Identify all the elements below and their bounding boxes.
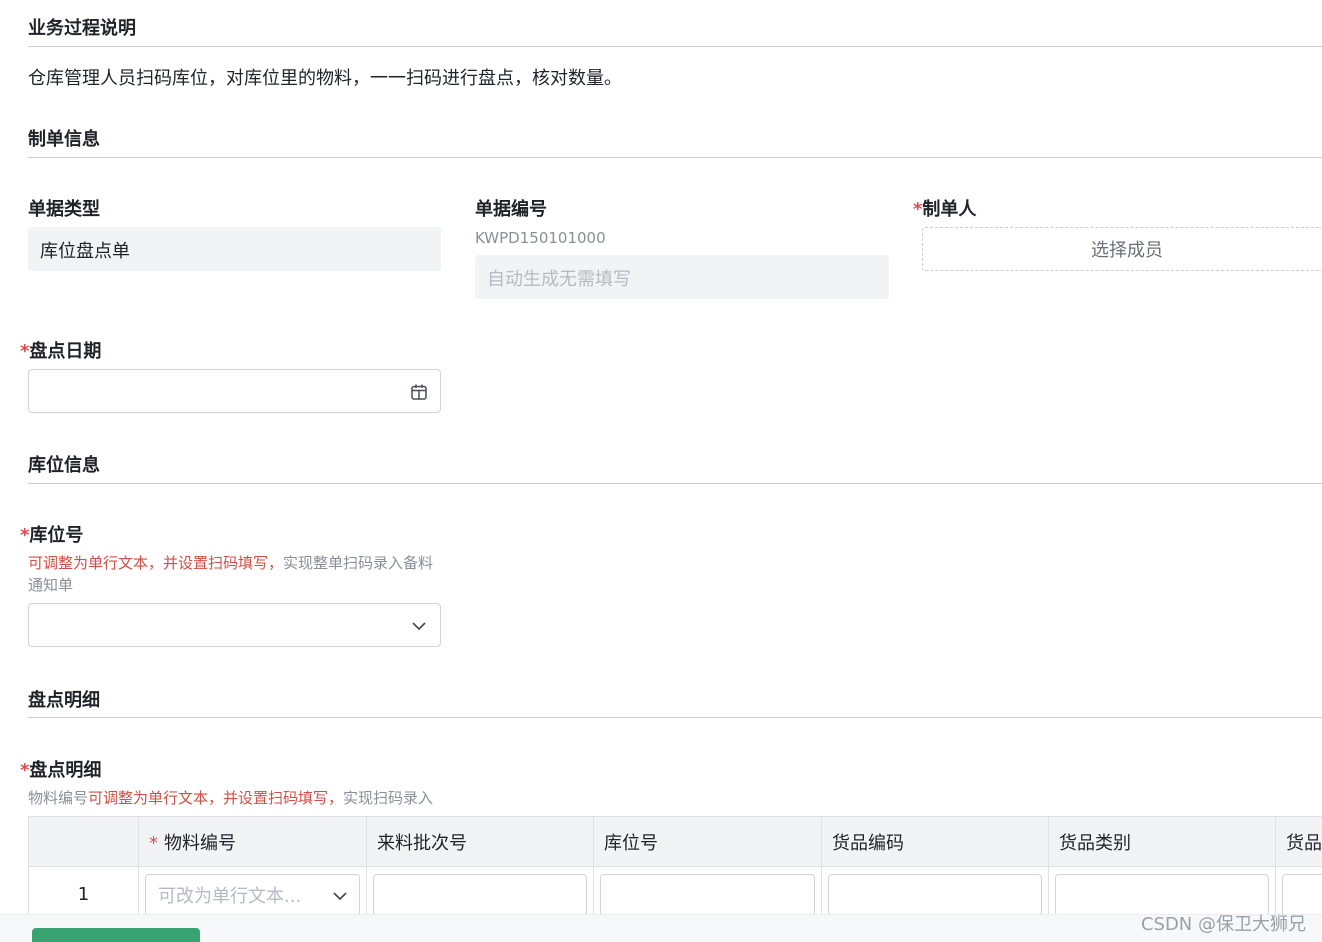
doc-type-value: 库位盘点单: [40, 241, 130, 262]
column-header-material-code: * 物料编号: [138, 816, 367, 867]
hint-prefix-text: 物料编号: [28, 789, 89, 807]
column-header-location-no: 库位号: [593, 816, 822, 867]
chevron-down-icon: [333, 891, 347, 900]
location-no-input[interactable]: [600, 873, 815, 916]
detail-table: * 物料编号 来料批次号 库位号 货品编码 货品类别 货品 1 可改为单行文本..…: [28, 816, 1322, 923]
batch-no-input[interactable]: [373, 873, 587, 916]
column-header-goods-category: 货品类别: [1048, 816, 1276, 867]
detail-field-label: *盘点明细: [20, 756, 101, 782]
material-code-placeholder: 可改为单行文本...: [158, 885, 302, 907]
creator-label: *制单人: [913, 195, 976, 221]
stock-date-input[interactable]: [28, 369, 441, 413]
divider: [28, 717, 1322, 718]
calendar-icon[interactable]: [410, 383, 428, 401]
location-no-hint: 可调整为单行文本，并设置扫码填写，实现整单扫码录入备料通知单: [28, 552, 446, 596]
required-mark: *: [913, 199, 923, 220]
section-title-location-info: 库位信息: [28, 455, 100, 476]
column-header-index: [28, 816, 139, 867]
column-header-goods: 货品: [1275, 816, 1322, 867]
hint-red-text: 可调整为单行文本，并设置扫码填写，: [88, 789, 344, 807]
chevron-down-icon: [412, 622, 426, 631]
doc-number-code: KWPD150101000: [475, 229, 606, 247]
section-title-process: 业务过程说明: [28, 18, 136, 39]
stock-date-label-text: 盘点日期: [29, 341, 102, 362]
doc-number-field: 自动生成无需填写: [475, 255, 889, 299]
process-description: 仓库管理人员扫码库位，对库位里的物料，一一扫码进行盘点，核对数量。: [28, 68, 622, 89]
location-no-select[interactable]: [28, 603, 441, 647]
select-member-label: 选择成员: [1091, 240, 1163, 261]
select-member-button[interactable]: 选择成员: [922, 227, 1322, 271]
doc-number-placeholder: 自动生成无需填写: [487, 269, 631, 290]
column-header-batch-no: 来料批次号: [366, 816, 594, 867]
goods-code-input[interactable]: [828, 873, 1042, 916]
doc-type-field: 库位盘点单: [28, 227, 441, 271]
required-mark: *: [20, 760, 30, 781]
table-header-row: * 物料编号 来料批次号 库位号 货品编码 货品类别 货品: [28, 816, 1322, 867]
location-no-label-text: 库位号: [29, 525, 84, 546]
creator-label-text: 制单人: [922, 199, 977, 220]
detail-field-label-text: 盘点明细: [29, 760, 102, 781]
detail-field-hint: 物料编号可调整为单行文本，并设置扫码填写，实现扫码录入: [28, 787, 433, 809]
required-mark: *: [20, 341, 30, 362]
divider: [28, 46, 1322, 47]
stock-date-label: *盘点日期: [20, 337, 101, 363]
submit-button[interactable]: [32, 928, 200, 942]
divider: [28, 157, 1322, 158]
location-no-label: *库位号: [20, 521, 83, 547]
hint-red-text: 可调整为单行文本，并设置扫码填写，: [28, 554, 284, 572]
column-header-goods-code: 货品编码: [821, 816, 1049, 867]
doc-type-label: 单据类型: [28, 199, 100, 220]
required-mark: *: [149, 832, 158, 854]
section-title-detail: 盘点明细: [28, 690, 100, 711]
doc-number-label: 单据编号: [475, 199, 547, 220]
column-header-label: 物料编号: [164, 832, 236, 854]
material-code-select[interactable]: 可改为单行文本...: [145, 873, 360, 916]
section-title-order-info: 制单信息: [28, 129, 100, 150]
watermark: CSDN @保卫大狮兄: [1140, 914, 1306, 935]
divider: [28, 483, 1322, 484]
required-mark: *: [20, 525, 30, 546]
hint-suffix-text: 实现扫码录入: [343, 789, 434, 807]
